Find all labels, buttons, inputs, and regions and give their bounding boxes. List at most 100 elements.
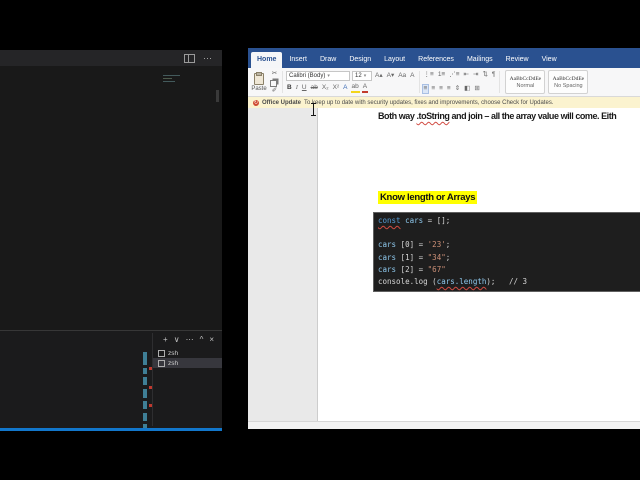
close-panel-icon[interactable]: × [209, 336, 214, 344]
office-update-icon: ↻ [253, 99, 259, 106]
underline-button[interactable]: U [301, 84, 308, 92]
clipboard-icon [254, 71, 264, 85]
terminal-more-actions-icon[interactable]: ⋯ [186, 336, 194, 344]
clipboard-group: Paste ✂ ✐ [250, 70, 279, 94]
code-token: ; [445, 240, 451, 250]
text-cursor [310, 103, 317, 116]
justify-button[interactable]: ≡ [446, 85, 452, 93]
minimap-code-line [163, 75, 180, 76]
grow-font-button[interactable]: A▴ [374, 72, 384, 80]
copy-icon[interactable] [270, 79, 277, 87]
superscript-button[interactable]: X² [332, 84, 341, 92]
maximize-panel-icon[interactable]: ^ [200, 336, 204, 344]
terminal-label: zsh [168, 359, 179, 367]
align-right-button[interactable]: ≡ [438, 85, 444, 93]
code-token: "34" [427, 252, 446, 262]
editor-more-actions-icon[interactable]: ⋯ [203, 54, 212, 63]
numbering-button[interactable]: 1≡ [437, 71, 446, 79]
sort-button[interactable]: ⇅ [481, 71, 488, 79]
font-color-button[interactable]: A [361, 83, 369, 93]
terminal-profile-dropdown-icon[interactable]: ∨ [174, 336, 180, 344]
editor-tab-bar: ⋯ [0, 50, 222, 66]
new-terminal-icon[interactable]: + [163, 336, 168, 344]
tab-mailings[interactable]: Mailings [461, 52, 499, 68]
style-preview: AaBbCcDdEe [509, 75, 542, 82]
word-status-strip [248, 421, 640, 429]
paste-button[interactable]: Paste [250, 71, 268, 92]
code-token: "67" [427, 264, 446, 274]
code-line: cars [2] = "67" [378, 264, 640, 276]
format-painter-icon[interactable]: ✐ [271, 87, 278, 95]
subscript-button[interactable]: X₂ [321, 84, 330, 92]
terminal-command-decoration [143, 377, 147, 385]
minimap-slider[interactable] [216, 90, 219, 102]
bullets-button[interactable]: ⋮≡ [423, 71, 435, 79]
terminal-list-item[interactable]: zsh [153, 348, 222, 358]
tab-view[interactable]: View [536, 52, 563, 68]
font-size-combo[interactable]: 12 ▾ [352, 71, 372, 81]
minimap-code-line [163, 78, 172, 79]
tab-design[interactable]: Design [343, 52, 377, 68]
shading-button[interactable]: ◧ [463, 85, 471, 93]
group-divider [418, 71, 420, 93]
style-card-no-spacing[interactable]: AaBbCcDdEe No Spacing [548, 70, 589, 94]
document-heading: Know length or Arrays [378, 191, 478, 204]
code-token: cars [405, 216, 424, 225]
split-editor-icon[interactable] [184, 53, 195, 63]
font-name-value: Calibri (Body) [289, 73, 326, 79]
terminal-list-item[interactable]: zsh [153, 358, 222, 368]
office-update-message: To keep up to date with security updates… [304, 99, 554, 106]
style-name: Normal [516, 82, 535, 89]
code-line: cars [1] = "34"; [378, 252, 640, 264]
tab-home[interactable]: Home [251, 52, 283, 68]
font-name-combo[interactable]: Calibri (Body) ▾ [286, 71, 350, 81]
word-window: Home Insert Draw Design Layout References Mail… [248, 48, 640, 429]
cut-icon[interactable]: ✂ [271, 70, 278, 78]
align-center-button[interactable]: ≡ [430, 85, 436, 93]
multilevel-list-button[interactable]: ⋰≡ [448, 71, 460, 79]
group-divider [499, 71, 501, 93]
tab-layout[interactable]: Layout [378, 52, 411, 68]
text-highlight-button[interactable]: ab [350, 83, 360, 93]
document-text: and join – all the array value will come… [449, 111, 617, 121]
change-case-button[interactable]: Aa [397, 72, 407, 80]
font-size-value: 12 [355, 73, 362, 79]
style-card-normal[interactable]: AaBbCcDdEe Normal [505, 70, 546, 94]
tab-review[interactable]: Review [500, 52, 535, 68]
document-paragraph: Both way .toString and join – all the ar… [378, 111, 617, 121]
code-line: cars [0] = '23'; [378, 239, 640, 251]
shrink-font-button[interactable]: A▾ [386, 72, 396, 80]
code-token: const [378, 216, 401, 225]
document-page[interactable]: Both way .toString and join – all the ar… [317, 108, 640, 422]
terminal-icon [158, 359, 165, 367]
increase-indent-button[interactable]: ⇥ [472, 71, 479, 79]
bold-button[interactable]: B [286, 84, 293, 92]
clear-formatting-button[interactable]: A [409, 72, 415, 80]
tab-references[interactable]: References [412, 52, 460, 68]
code-token: console.log [378, 276, 428, 286]
code-token: cars [378, 264, 397, 274]
terminal-command-decoration [143, 401, 147, 409]
strikethrough-button[interactable]: ab [310, 84, 319, 92]
tab-insert[interactable]: Insert [283, 52, 313, 68]
show-formatting-marks-button[interactable]: ¶ [491, 71, 497, 79]
terminal-command-decoration [143, 413, 147, 421]
terminal-error-decoration [149, 367, 152, 370]
line-spacing-button[interactable]: ⇕ [454, 85, 461, 93]
tab-draw[interactable]: Draw [314, 52, 342, 68]
chevron-down-icon: ▾ [327, 73, 330, 79]
terminal-error-decoration [149, 404, 152, 407]
italic-button[interactable]: I [295, 84, 299, 92]
code-token: cars [378, 240, 397, 250]
office-update-title: Office Update [262, 99, 302, 106]
terminal-panel: + ∨ ⋯ ^ × zsh zsh [0, 330, 222, 429]
borders-button[interactable]: ⊞ [473, 85, 480, 93]
ribbon: Paste ✂ ✐ Calibri (Body) ▾ 12 ▾ A▴ A▾ Aa A B… [248, 68, 640, 97]
code-line: const cars = []; [378, 215, 640, 227]
align-left-button[interactable]: ≡ [421, 84, 430, 94]
vscode-window: ⋯ + ∨ ⋯ ^ × zsh zsh [0, 50, 222, 431]
decrease-indent-button[interactable]: ⇤ [463, 71, 470, 79]
paste-button-label: Paste [251, 85, 267, 92]
text-effects-button[interactable]: A [342, 84, 348, 92]
